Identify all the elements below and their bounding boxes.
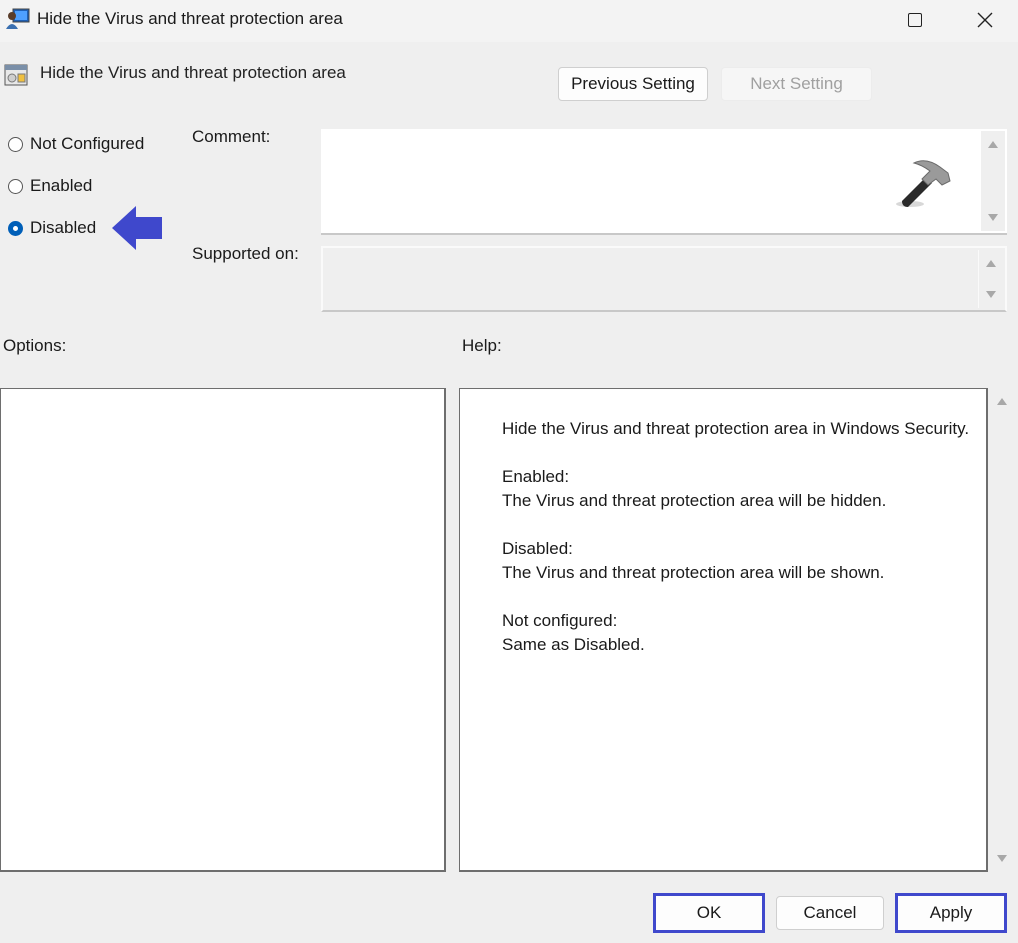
radio-circle[interactable] [8,136,23,152]
maximize-button[interactable] [892,0,938,40]
radio-disabled[interactable]: Disabled [8,218,96,238]
supported-on-label: Supported on: [192,244,299,263]
close-button[interactable] [962,0,1008,40]
scroll-down-icon[interactable] [997,855,1007,862]
radio-label-not-configured: Not Configured [30,134,145,153]
help-disabled-heading: Disabled: [502,539,573,558]
comment-scrollbar[interactable] [981,131,1005,231]
comment-label: Comment: [192,127,271,146]
hammer-icon [896,160,951,207]
help-notconf-text: Same as Disabled. [502,635,645,654]
help-panel: Hide the Virus and threat protection are… [459,388,988,872]
help-enabled-heading: Enabled: [502,467,570,486]
options-panel [0,388,446,872]
help-intro: Hide the Virus and threat protection are… [502,419,970,438]
help-notconf-heading: Not configured: [502,611,618,630]
next-setting-button: Next Setting [721,67,872,101]
policy-title: Hide the Virus and threat protection are… [40,63,346,82]
help-scrollbar[interactable] [990,388,1014,872]
cancel-button[interactable]: Cancel [776,896,884,930]
radio-circle-checked[interactable] [8,220,23,236]
radio-circle[interactable] [8,178,23,194]
radio-enabled[interactable]: Enabled [8,176,92,196]
maximize-icon [908,13,922,27]
scroll-up-icon[interactable] [988,141,998,148]
supported-scrollbar[interactable] [978,250,1003,308]
supported-on-field [321,246,1007,312]
ok-button[interactable]: OK [653,893,765,933]
help-disabled-text: The Virus and threat protection area wil… [502,563,885,582]
annotation-arrow-icon [112,206,162,250]
radio-not-configured[interactable]: Not Configured [8,134,144,154]
options-label: Options: [3,336,67,355]
radio-label-enabled: Enabled [30,176,93,195]
window-title: Hide the Virus and threat protection are… [37,9,343,28]
scroll-down-icon[interactable] [986,291,996,298]
help-label: Help: [462,336,502,355]
close-icon [977,12,993,28]
policy-editor-icon [6,8,30,29]
scroll-up-icon[interactable] [986,260,996,267]
previous-setting-button[interactable]: Previous Setting [558,67,708,101]
radio-label-disabled: Disabled [30,218,97,237]
policy-setting-icon [4,64,28,86]
apply-button[interactable]: Apply [895,893,1007,933]
scroll-up-icon[interactable] [997,398,1007,405]
scroll-down-icon[interactable] [988,214,998,221]
help-enabled-text: The Virus and threat protection area wil… [502,491,887,510]
